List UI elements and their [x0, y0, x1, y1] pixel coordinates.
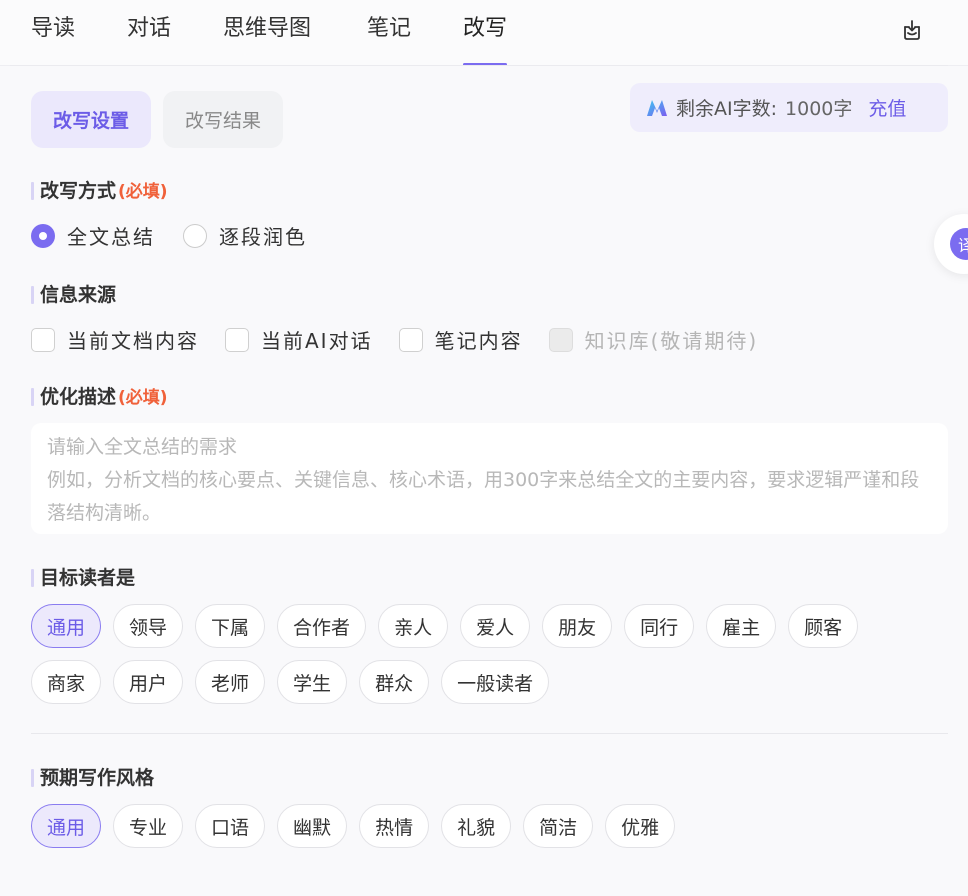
section-divider [31, 733, 948, 734]
style-chip[interactable]: 幽默 [277, 804, 348, 848]
recharge-link[interactable]: 充值 [868, 94, 906, 121]
checkbox-label: 笔记内容 [434, 329, 523, 353]
tab-guide[interactable]: 导读 [31, 14, 75, 66]
sources-options: 当前文档内容 当前AI对话 笔记内容 知识库(敬请期待) [31, 325, 784, 354]
checkbox-icon [225, 327, 249, 352]
checkbox-icon [31, 327, 55, 352]
checkbox-knowledge-base: 知识库(敬请期待) [548, 325, 759, 354]
readers-chip-group: 通用 领导 下属 合作者 亲人 爱人 朋友 同行 雇主 顾客商家 用户 老师 学生 群众 一般读者 [31, 604, 951, 716]
rewrite-mode-label: 改写方式 [40, 180, 117, 202]
radio-unchecked-icon [183, 223, 207, 248]
checkbox-current-document[interactable]: 当前文档内容 [31, 325, 199, 354]
description-label: 优化描述 [40, 386, 117, 408]
placeholder-line-2: 例如，分析文档的核心要点、关键信息、核心术语，用300字来总结全文的主要内容，要… [47, 469, 920, 524]
style-chip-group: 通用 专业 口语 幽默 热情 礼貌 简洁 优雅 [31, 804, 951, 860]
radio-full-summary[interactable]: 全文总结 [31, 221, 155, 250]
reader-chip[interactable]: 朋友 [542, 604, 613, 648]
style-chip[interactable]: 简洁 [523, 804, 594, 848]
reader-chip[interactable]: 爱人 [460, 604, 531, 648]
subtab-rewrite-settings[interactable]: 改写设置 [31, 91, 151, 148]
checkbox-disabled-icon [548, 327, 573, 352]
reader-chip[interactable]: 用户 [113, 660, 184, 704]
reader-chip[interactable]: 合作者 [277, 604, 367, 648]
readers-title: 目标读者是 [31, 566, 135, 590]
download-tray-icon [904, 20, 920, 40]
tab-rewrite[interactable]: 改写 [463, 14, 508, 66]
radio-checked-icon [31, 223, 55, 248]
checkbox-label: 当前AI对话 [261, 329, 373, 353]
ai-logo-icon [647, 99, 667, 116]
required-mark: (必填) [118, 388, 168, 408]
translate-icon: 译 [950, 228, 968, 260]
reader-chip[interactable]: 群众 [359, 660, 430, 704]
rewrite-mode-options: 全文总结 逐段润色 [31, 221, 335, 250]
download-button[interactable] [898, 16, 926, 44]
radio-label: 逐段润色 [219, 225, 307, 249]
reader-chip[interactable]: 老师 [195, 660, 266, 704]
reader-chip[interactable]: 下属 [195, 604, 266, 648]
required-mark: (必填) [118, 182, 168, 202]
description-title: 优化描述 (必填) [31, 385, 168, 410]
quota-count: 1000字 [785, 98, 853, 120]
translate-float-button[interactable]: 译 [934, 214, 968, 274]
reader-chip[interactable]: 领导 [113, 604, 184, 648]
reader-chip[interactable]: 同行 [624, 604, 695, 648]
tab-mindmap[interactable]: 思维导图 [223, 14, 311, 66]
reader-chip[interactable]: 雇主 [706, 604, 777, 648]
style-chip[interactable]: 通用 [31, 804, 102, 848]
checkbox-label: 当前文档内容 [67, 329, 199, 353]
placeholder-line-1: 请输入全文总结的需求 [47, 436, 238, 458]
style-chip[interactable]: 口语 [195, 804, 266, 848]
ai-quota-panel: 剩余AI字数: 1000字 充值 [630, 83, 948, 132]
radio-label: 全文总结 [67, 225, 155, 249]
reader-chip[interactable]: 通用 [31, 604, 102, 648]
description-textarea[interactable]: 请输入全文总结的需求 例如，分析文档的核心要点、关键信息、核心术语，用300字来… [31, 423, 948, 534]
reader-chip[interactable]: 一般读者 [441, 660, 550, 704]
style-chip[interactable]: 热情 [359, 804, 430, 848]
tab-chat[interactable]: 对话 [127, 14, 171, 66]
style-chip[interactable]: 专业 [113, 804, 184, 848]
tab-divider [10, 65, 948, 66]
checkbox-label: 知识库(敬请期待) [584, 329, 759, 353]
checkbox-icon [398, 327, 423, 352]
reader-chip[interactable]: 顾客 [788, 604, 859, 648]
sources-title: 信息来源 [31, 283, 116, 307]
style-chip[interactable]: 礼貌 [441, 804, 512, 848]
reader-chip[interactable]: 亲人 [378, 604, 449, 648]
reader-chip[interactable]: 商家 [31, 660, 102, 704]
reader-chip[interactable]: 学生 [277, 660, 348, 704]
checkbox-current-ai-chat[interactable]: 当前AI对话 [225, 325, 373, 354]
quota-label: 剩余AI字数: [676, 98, 778, 120]
tab-notes[interactable]: 笔记 [367, 14, 411, 66]
radio-paragraph-polish[interactable]: 逐段润色 [183, 221, 307, 250]
checkbox-notes[interactable]: 笔记内容 [398, 325, 523, 354]
top-tab-bar: 导读 对话 思维导图 笔记 改写 [0, 0, 968, 66]
style-chip[interactable]: 优雅 [605, 804, 676, 848]
style-title: 预期写作风格 [31, 766, 154, 790]
rewrite-mode-title: 改写方式 (必填) [31, 179, 168, 204]
subtab-rewrite-result[interactable]: 改写结果 [163, 91, 283, 148]
